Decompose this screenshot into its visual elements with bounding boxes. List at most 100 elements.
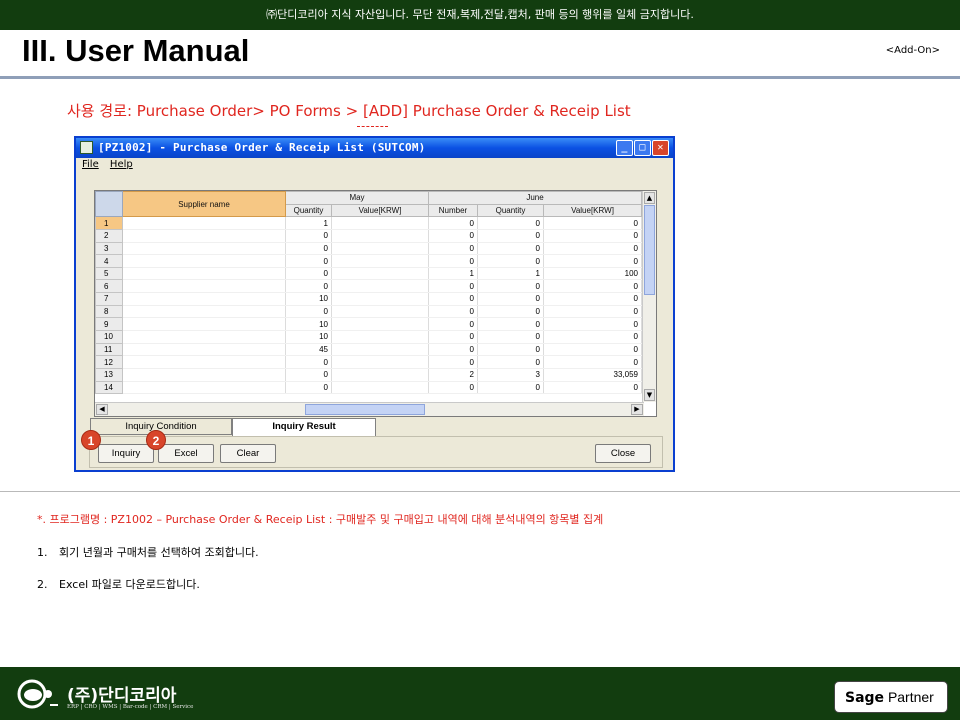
vertical-scroll-thumb[interactable] — [644, 205, 655, 295]
grid-cell[interactable] — [331, 254, 429, 268]
table-row[interactable]: 12 0 0 0 0 — [95, 355, 642, 369]
grid-cell[interactable]: 0 — [428, 317, 478, 332]
grid-cell[interactable]: 0 — [285, 267, 332, 281]
grid-cell[interactable]: 0 — [543, 292, 642, 306]
grid-cell[interactable]: 0 — [543, 355, 642, 369]
window-titlebar[interactable]: [PZ1002] - Purchase Order & Receip List … — [76, 138, 673, 158]
scroll-left-icon[interactable]: ◀ — [96, 404, 108, 415]
grid-cell[interactable]: 0 — [428, 381, 478, 395]
grid-cell[interactable]: 1 — [428, 267, 478, 281]
grid-cell[interactable]: 3 — [477, 368, 544, 382]
month-header-may[interactable]: May — [285, 191, 429, 205]
row-number[interactable]: 3 — [95, 241, 123, 256]
close-button[interactable]: Close — [595, 444, 651, 463]
grid-cell[interactable] — [331, 267, 429, 281]
excel-button[interactable]: Excel — [158, 444, 214, 463]
grid-cell[interactable]: 0 — [428, 292, 478, 306]
row-number[interactable]: 11 — [95, 342, 123, 357]
grid-cell[interactable]: 0 — [428, 254, 478, 268]
grid-corner[interactable] — [95, 191, 123, 218]
grid-cell[interactable]: 0 — [428, 330, 478, 344]
minimize-button[interactable]: _ — [616, 140, 633, 156]
tab-inquiry-result[interactable]: Inquiry Result — [232, 418, 376, 437]
grid-cell[interactable]: 10 — [285, 317, 332, 332]
supplier-cell[interactable] — [122, 267, 286, 281]
row-number[interactable]: 5 — [95, 266, 123, 281]
grid-cell[interactable]: 0 — [285, 305, 332, 319]
table-row[interactable]: 20000 — [95, 228, 642, 243]
grid-cell[interactable] — [331, 330, 429, 344]
grid-cell[interactable]: 0 — [543, 216, 642, 230]
col-header[interactable]: Quantity — [285, 203, 332, 218]
row-number[interactable]: 10 — [95, 330, 123, 344]
row-number[interactable]: 13 — [95, 367, 123, 382]
menu-file[interactable]: File — [82, 159, 99, 170]
clear-button[interactable]: Clear — [220, 444, 276, 463]
col-header[interactable]: Quantity — [477, 203, 544, 218]
grid-cell[interactable]: 0 — [543, 279, 642, 294]
supplier-cell[interactable] — [122, 355, 286, 369]
grid-cell[interactable]: 0 — [428, 355, 478, 369]
month-header-june[interactable]: June — [428, 191, 642, 205]
grid-cell[interactable]: 0 — [428, 242, 478, 256]
grid-cell[interactable]: 0 — [285, 242, 332, 256]
grid-cell[interactable]: 0 — [477, 330, 544, 344]
grid-cell[interactable]: 10 — [285, 292, 332, 306]
table-row[interactable]: 13 0 2 3 33,059 — [95, 367, 642, 382]
supplier-header[interactable]: Supplier name — [122, 191, 286, 218]
grid-cell[interactable]: 0 — [428, 279, 478, 294]
table-row[interactable]: 11000 — [95, 216, 642, 230]
row-number[interactable]: 4 — [95, 254, 123, 268]
grid-cell[interactable]: 0 — [285, 381, 332, 395]
grid-cell[interactable]: 0 — [543, 305, 642, 319]
scroll-down-icon[interactable]: ▼ — [644, 389, 655, 401]
grid-cell[interactable]: 0 — [543, 381, 642, 395]
supplier-cell[interactable] — [122, 330, 286, 344]
supplier-cell[interactable] — [122, 292, 286, 306]
grid-cell[interactable] — [331, 229, 429, 243]
grid-cell[interactable]: 0 — [285, 254, 332, 268]
table-row[interactable]: 40000 — [95, 254, 642, 268]
grid-cell[interactable] — [331, 381, 429, 395]
menu-help[interactable]: Help — [110, 159, 133, 170]
table-row[interactable]: 80000 — [95, 304, 642, 319]
supplier-cell[interactable] — [122, 216, 286, 230]
col-header[interactable]: Value[KRW] — [331, 203, 429, 218]
grid-cell[interactable] — [331, 305, 429, 319]
supplier-cell[interactable] — [122, 368, 286, 382]
supplier-cell[interactable] — [122, 254, 286, 268]
horizontal-scrollbar[interactable]: ◀ ▶ — [95, 402, 644, 416]
grid-cell[interactable]: 0 — [477, 216, 544, 230]
grid-cell[interactable]: 0 — [477, 317, 544, 332]
grid-cell[interactable]: 0 — [428, 216, 478, 230]
table-row[interactable]: 10 10 0 0 0 — [95, 330, 642, 344]
col-header[interactable]: Number — [428, 203, 478, 218]
grid-cell[interactable]: 0 — [477, 381, 544, 395]
table-row[interactable]: 7 10 0 0 0 — [95, 292, 642, 306]
grid-cell[interactable]: 0 — [543, 254, 642, 268]
grid-cell[interactable]: 2 — [428, 368, 478, 382]
table-row[interactable]: 5 0 1 1 100 — [95, 266, 642, 281]
grid-cell[interactable] — [331, 292, 429, 306]
grid-cell[interactable]: 0 — [428, 229, 478, 243]
grid-cell[interactable]: 0 — [285, 355, 332, 369]
table-row[interactable]: 60000 — [95, 279, 642, 294]
close-window-button[interactable]: ✕ — [652, 140, 669, 156]
grid-cell[interactable]: 0 — [477, 229, 544, 243]
scroll-up-icon[interactable]: ▲ — [644, 192, 655, 204]
inquiry-button[interactable]: Inquiry — [98, 444, 154, 463]
grid-cell[interactable]: 0 — [543, 242, 642, 256]
supplier-cell[interactable] — [122, 279, 286, 294]
supplier-cell[interactable] — [122, 381, 286, 395]
table-row[interactable]: 9 10 0 0 0 — [95, 317, 642, 332]
row-number[interactable]: 1 — [95, 216, 123, 230]
grid-cell[interactable]: 1 — [477, 267, 544, 281]
vertical-scrollbar[interactable]: ▲ ▼ — [642, 191, 656, 402]
grid-cell[interactable]: 0 — [477, 242, 544, 256]
grid-cell[interactable] — [331, 368, 429, 382]
supplier-cell[interactable] — [122, 242, 286, 256]
grid-cell[interactable]: 0 — [428, 305, 478, 319]
scroll-right-icon[interactable]: ▶ — [631, 404, 643, 415]
grid-cell[interactable]: 0 — [543, 229, 642, 243]
grid-cell[interactable]: 0 — [477, 305, 544, 319]
